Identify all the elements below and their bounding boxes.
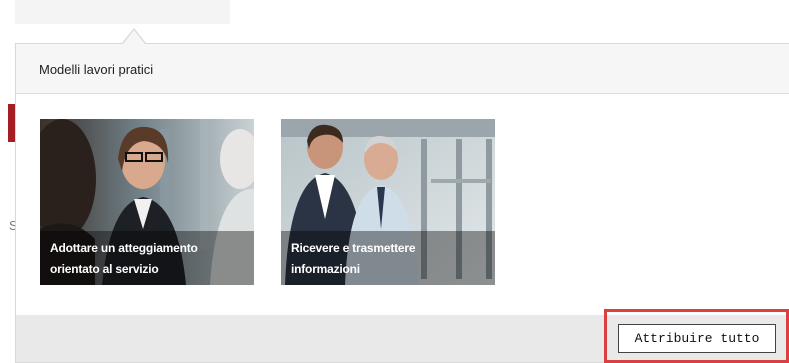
popover-footer: Attribuire tutto: [16, 315, 789, 362]
work-model-card-send-receive-info[interactable]: Ricevere e trasmettere informazioni: [281, 119, 495, 285]
brand-accent-bar: [8, 104, 15, 142]
work-model-card-service-attitude[interactable]: Adottare un atteggiamento orientato al s…: [40, 119, 254, 285]
popover-caret-fill: [123, 30, 145, 44]
card-title: Adottare un atteggiamento orientato al s…: [50, 241, 198, 276]
card-title: Ricevere e trasmettere informazioni: [291, 241, 416, 276]
practical-work-models-popover: Modelli lavori pratici Adottare un atteg…: [15, 43, 789, 363]
popover-title: Modelli lavori pratici: [39, 62, 154, 77]
assign-all-button[interactable]: Attribuire tutto: [618, 324, 776, 353]
top-nav-strip: [15, 0, 230, 24]
popover-header: Modelli lavori pratici: [16, 44, 789, 94]
